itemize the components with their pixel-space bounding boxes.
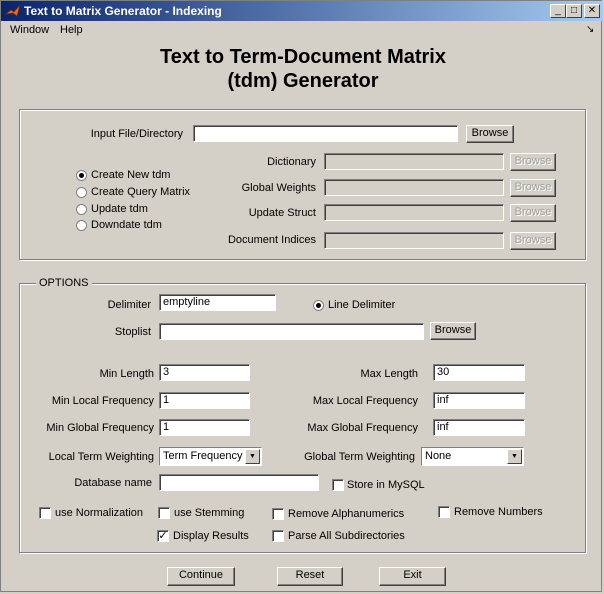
use-normalization-checkbox[interactable] bbox=[39, 507, 51, 519]
document-indices-field bbox=[324, 232, 504, 249]
reset-button[interactable]: Reset bbox=[277, 567, 343, 586]
database-name-label: Database name bbox=[74, 477, 152, 489]
document-indices-label: Document Indices bbox=[227, 234, 316, 246]
dictionary-field bbox=[324, 153, 504, 170]
min-global-frequency-label: Min Global Frequency bbox=[46, 422, 154, 434]
min-local-frequency-field[interactable]: 1 bbox=[159, 392, 250, 409]
app-window: Text to Matrix Generator - Indexing _ □ … bbox=[0, 0, 603, 592]
chevron-down-icon[interactable]: ▼ bbox=[245, 449, 260, 464]
document-indices-browse-button: Browse bbox=[510, 232, 556, 250]
local-weighting-value: Term Frequency bbox=[163, 450, 243, 462]
update-struct-browse-button: Browse bbox=[510, 204, 556, 222]
global-weighting-select[interactable]: None ▼ bbox=[421, 447, 524, 466]
parse-subdirectories-label: Parse All Subdirectories bbox=[288, 530, 405, 542]
use-stemming-checkbox[interactable] bbox=[158, 507, 170, 519]
local-weighting-select[interactable]: Term Frequency ▼ bbox=[159, 447, 262, 466]
close-button[interactable]: ✕ bbox=[584, 4, 600, 18]
min-length-label: Min Length bbox=[99, 368, 154, 380]
radio-create-query-matrix-label: Create Query Matrix bbox=[91, 186, 191, 198]
radio-update-tdm-label: Update tdm bbox=[91, 203, 148, 215]
database-name-field[interactable] bbox=[159, 474, 319, 491]
stoplist-field[interactable] bbox=[159, 323, 424, 340]
radio-create-new-tdm[interactable] bbox=[76, 170, 87, 181]
line-delimiter-label: Line Delimiter bbox=[328, 299, 396, 311]
menu-window[interactable]: Window bbox=[10, 24, 49, 36]
remove-alphanumerics-label: Remove Alphanumerics bbox=[288, 508, 405, 520]
max-global-frequency-label: Max Global Frequency bbox=[307, 422, 418, 434]
display-results-checkbox[interactable]: ✓ bbox=[157, 530, 169, 542]
update-struct-label: Update Struct bbox=[248, 207, 316, 219]
window-title: Text to Matrix Generator - Indexing bbox=[24, 4, 222, 18]
input-file-field[interactable] bbox=[193, 125, 458, 142]
max-global-frequency-field[interactable]: inf bbox=[433, 419, 525, 436]
store-mysql-label: Store in MySQL bbox=[347, 479, 425, 491]
min-global-frequency-field[interactable]: 1 bbox=[159, 419, 250, 436]
maximize-button[interactable]: □ bbox=[566, 4, 582, 18]
radio-downdate-tdm-label: Downdate tdm bbox=[91, 219, 162, 231]
global-weights-field bbox=[324, 179, 504, 196]
radio-update-tdm[interactable] bbox=[76, 204, 87, 215]
local-weighting-label: Local Term Weighting bbox=[48, 451, 154, 463]
page-title-line2: (tdm) Generator bbox=[227, 70, 379, 92]
page-title-line1: Text to Term-Document Matrix bbox=[160, 46, 446, 68]
matlab-icon bbox=[5, 4, 21, 17]
dock-arrow-icon[interactable]: ↘ bbox=[586, 24, 594, 35]
options-title: OPTIONS bbox=[36, 277, 92, 289]
dictionary-label: Dictionary bbox=[267, 156, 316, 168]
store-mysql-checkbox[interactable] bbox=[332, 479, 344, 491]
stoplist-label: Stoplist bbox=[114, 326, 151, 338]
dictionary-browse-button: Browse bbox=[510, 153, 556, 171]
input-file-label: Input File/Directory bbox=[90, 128, 183, 140]
radio-create-new-tdm-label: Create New tdm bbox=[91, 169, 171, 181]
max-length-field[interactable]: 30 bbox=[433, 364, 525, 381]
max-local-frequency-field[interactable]: inf bbox=[433, 392, 525, 409]
input-browse-button[interactable]: Browse bbox=[466, 125, 514, 143]
title-bar[interactable]: Text to Matrix Generator - Indexing _ □ … bbox=[1, 1, 603, 21]
use-stemming-label: use Stemming bbox=[174, 507, 245, 519]
remove-numbers-checkbox[interactable] bbox=[438, 506, 450, 518]
stoplist-browse-button[interactable]: Browse bbox=[430, 322, 476, 340]
menu-bar: Window Help ↘ bbox=[1, 21, 603, 41]
display-results-label: Display Results bbox=[173, 530, 249, 542]
min-local-frequency-label: Min Local Frequency bbox=[51, 395, 154, 407]
max-length-label: Max Length bbox=[360, 368, 418, 380]
chevron-down-icon[interactable]: ▼ bbox=[507, 449, 522, 464]
max-local-frequency-label: Max Local Frequency bbox=[312, 395, 418, 407]
global-weighting-value: None bbox=[425, 450, 452, 462]
parse-subdirectories-checkbox[interactable] bbox=[272, 530, 284, 542]
remove-alphanumerics-checkbox[interactable] bbox=[272, 508, 284, 520]
exit-button[interactable]: Exit bbox=[379, 567, 446, 586]
remove-numbers-label: Remove Numbers bbox=[454, 506, 543, 518]
global-weights-browse-button: Browse bbox=[510, 179, 556, 197]
continue-button[interactable]: Continue bbox=[167, 567, 235, 586]
delimiter-field[interactable]: emptyline bbox=[159, 294, 276, 311]
global-weights-label: Global Weights bbox=[241, 182, 316, 194]
radio-downdate-tdm[interactable] bbox=[76, 220, 87, 231]
radio-line-delimiter[interactable] bbox=[313, 300, 324, 311]
min-length-field[interactable]: 3 bbox=[159, 364, 250, 381]
minimize-button[interactable]: _ bbox=[550, 4, 566, 18]
delimiter-label: Delimiter bbox=[107, 299, 151, 311]
global-weighting-label: Global Term Weighting bbox=[304, 451, 415, 463]
update-struct-field bbox=[324, 204, 504, 221]
radio-create-query-matrix[interactable] bbox=[76, 187, 87, 198]
use-normalization-label: use Normalization bbox=[55, 507, 144, 519]
menu-help[interactable]: Help bbox=[60, 24, 83, 36]
